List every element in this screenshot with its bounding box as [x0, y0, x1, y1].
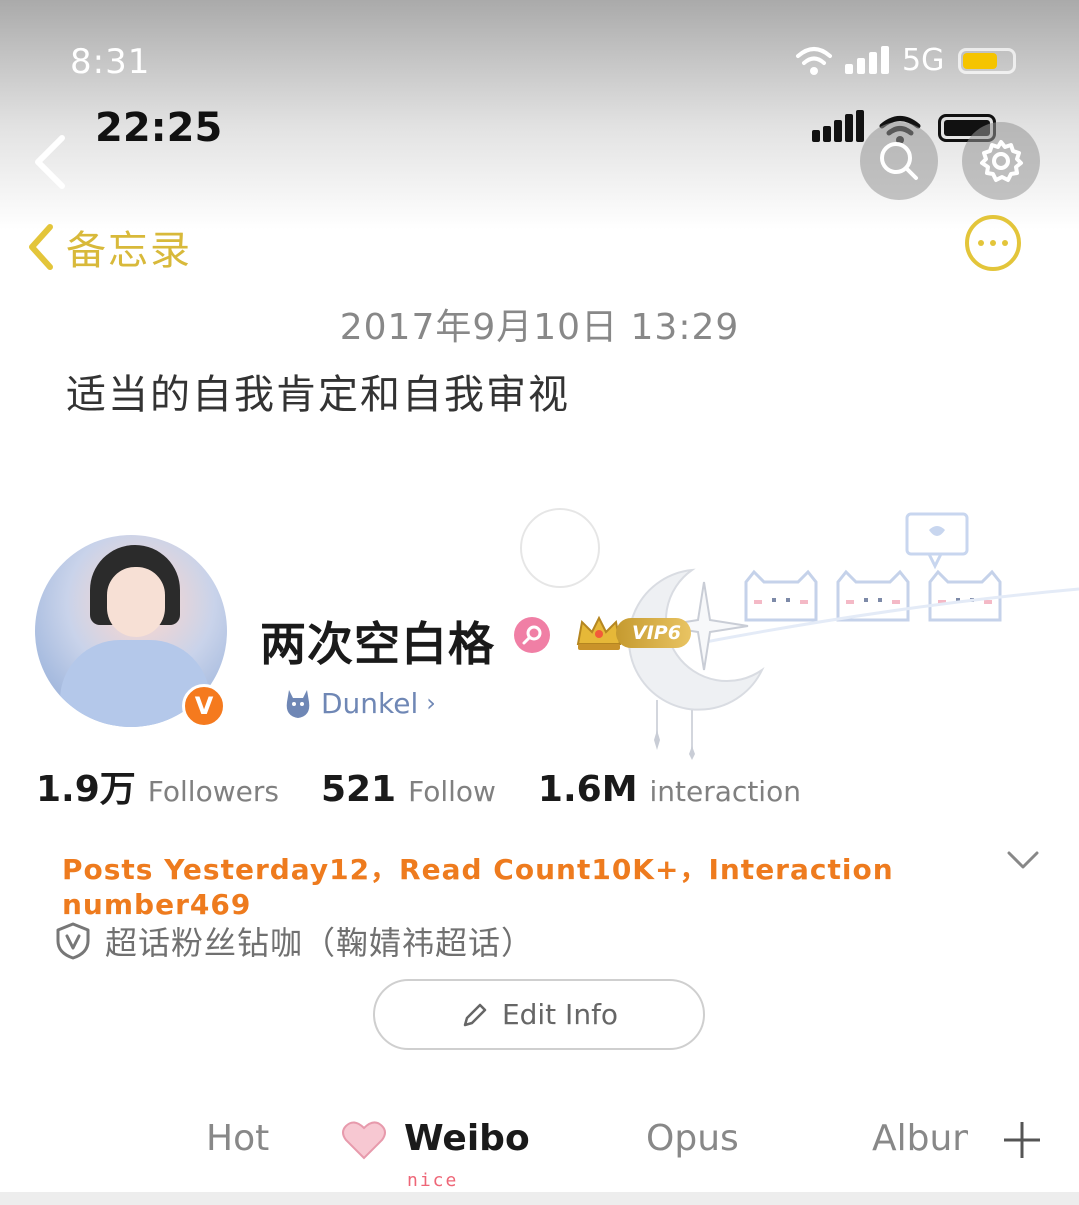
pet-link[interactable]: Dunkel › — [283, 686, 436, 720]
vip-level-label: VIP6 — [616, 618, 691, 648]
tab-weibo[interactable]: Weibo — [404, 1118, 530, 1159]
memo-more-button[interactable] — [965, 215, 1021, 271]
gender-female-icon — [514, 617, 550, 653]
inner-signal-icon — [812, 110, 864, 148]
stat-interaction-label: interaction — [649, 775, 801, 808]
stat-follow-value: 521 — [320, 769, 397, 810]
stat-interaction[interactable]: 1.6M interaction — [538, 769, 801, 810]
chevron-down-icon — [1007, 851, 1039, 869]
inner-status-time: 22:25 — [95, 105, 223, 151]
heart-icon — [340, 1118, 388, 1166]
more-dot — [990, 240, 996, 246]
search-button[interactable] — [860, 122, 938, 200]
tab-hot[interactable]: Hot — [206, 1118, 269, 1159]
stat-followers-value: 1.9万 — [36, 769, 136, 810]
profile-tabs: Hot Weibo Opus Album — [0, 1100, 1079, 1205]
profile-username: 两次空白格 — [260, 617, 495, 671]
back-button[interactable] — [28, 132, 78, 192]
stat-interaction-value: 1.6M — [537, 769, 638, 810]
avatar-face — [107, 567, 165, 637]
plus-icon — [1004, 1122, 1040, 1158]
stat-follow[interactable]: 521 Follow — [321, 769, 496, 810]
tab-opus[interactable]: Opus — [646, 1118, 739, 1159]
stat-followers[interactable]: 1.9万 Followers — [36, 760, 279, 812]
stat-followers-label: Followers — [147, 775, 279, 808]
moon-star-decoration — [612, 560, 782, 764]
outer-status-time: 8:31 — [70, 42, 151, 82]
outer-battery-icon — [958, 48, 1016, 74]
pet-name: Dunkel — [321, 686, 419, 720]
speech-bubble-decoration — [905, 512, 971, 576]
more-dot — [978, 240, 984, 246]
edit-info-label: Edit Info — [501, 998, 619, 1031]
cat-icon — [286, 690, 310, 718]
supertopic-fan-label: 超话粉丝钻咖（鞠婧祎超话） — [105, 924, 535, 962]
more-dot — [1002, 240, 1008, 246]
add-tab-button[interactable] — [1000, 1118, 1044, 1162]
search-icon — [880, 142, 918, 180]
expand-summary-button[interactable] — [1003, 845, 1043, 875]
memo-body-text: 适当的自我肯定和自我审视 — [66, 372, 570, 418]
memo-back-label: 备忘录 — [66, 228, 192, 274]
outer-signal-icon — [845, 46, 891, 80]
post-summary: Posts Yesterday12，Read Count10K+，Interac… — [62, 853, 894, 921]
tab-album[interactable]: Album — [872, 1118, 968, 1159]
memo-back-button[interactable]: 备忘录 — [26, 218, 192, 276]
stats-row: 1.9万 Followers 521 Follow 1.6M interacti… — [36, 760, 843, 812]
pencil-icon — [463, 1003, 487, 1026]
outer-wifi-icon — [794, 46, 834, 80]
supertopic-fan-row[interactable]: 超话粉丝钻咖（鞠婧祎超话） — [55, 918, 534, 964]
back-chevron-icon — [35, 135, 65, 189]
bottom-divider — [0, 1192, 1079, 1205]
vip-badge[interactable]: VIP6 — [574, 614, 691, 652]
verified-badge: V — [182, 684, 226, 728]
memo-back-chevron-icon — [29, 224, 53, 270]
memo-date: 2017年9月10日 13:29 — [339, 307, 740, 348]
edit-info-button[interactable]: Edit Info — [373, 979, 705, 1050]
shield-v-icon — [56, 922, 90, 960]
gear-icon — [980, 140, 1023, 182]
active-tab-note: nice — [407, 1170, 459, 1191]
settings-button[interactable] — [962, 122, 1040, 200]
decorative-circle — [520, 508, 600, 588]
outer-network-label: 5G — [902, 43, 945, 78]
pet-chevron-icon: › — [426, 689, 436, 717]
stat-follow-label: Follow — [408, 775, 496, 808]
